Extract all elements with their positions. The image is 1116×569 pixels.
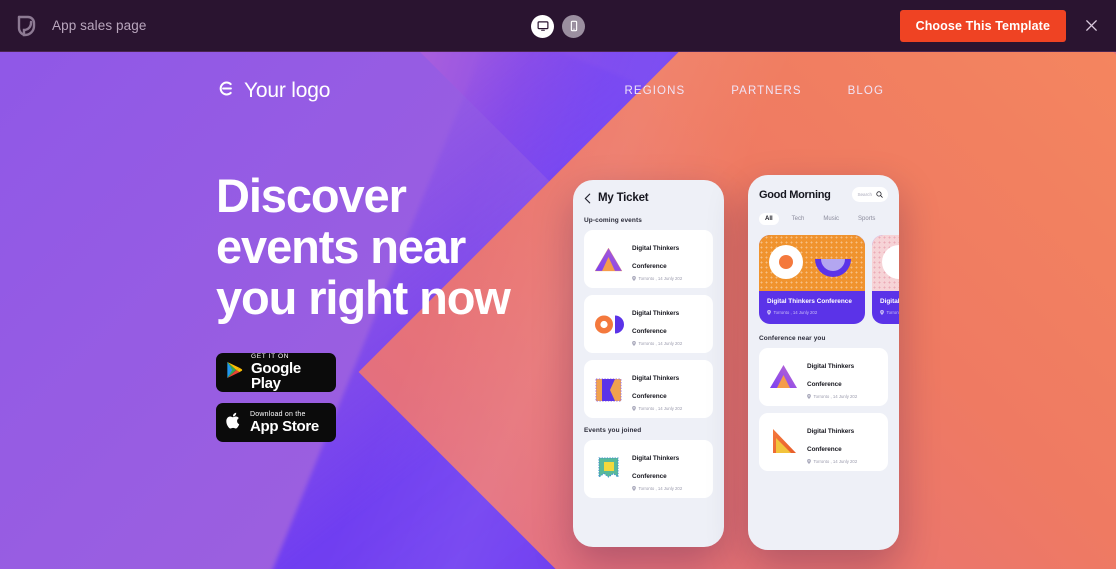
list-item[interactable]: Digital Thinkers Conference Torronto , 1… [584,360,713,418]
section-label-joined: Events you joined [584,427,642,434]
event-title: Digital Thinkers Conference [632,310,680,335]
list-item[interactable]: Digital Thinkers Conference Torronto , 1… [584,230,713,288]
event-meta: Torronto , 14 Junly 202 [632,276,705,281]
list-item[interactable]: Digital Thinkers Conference Torronto , 1… [584,440,713,498]
search-icon [876,190,883,199]
nav-item-partners[interactable]: PARTNERS [731,85,801,97]
featured-card[interactable]: Digital Thinkers Conference Torronto , 1… [872,235,899,324]
event-location-date: Torronto , 14 Junly 202 [813,393,858,399]
leaf-logo-icon[interactable] [0,0,52,52]
close-x-icon[interactable] [1080,15,1102,37]
search-placeholder: Search [857,192,872,197]
desktop-monitor-icon[interactable] [531,14,554,38]
location-pin-icon [632,341,636,346]
app-store-badge[interactable]: Download on the App Store [216,403,336,442]
editor-bar-actions: Choose This Template [899,9,1116,42]
location-pin-icon [632,406,636,411]
brand-label: Your logo [244,79,331,102]
featured-meta: Torronto , 14 Junly 202 [767,309,857,315]
tab-music[interactable]: Music [817,213,845,225]
location-pin-icon [767,309,771,315]
nav-item-regions[interactable]: REGIONS [625,85,686,97]
featured-card[interactable]: Digital Thinkers Conference Torronto , 1… [759,235,865,324]
section-label-upcoming: Up-coming events [584,217,642,224]
google-play-badge-label: Google Play [251,360,301,393]
phone-mockups: My Ticket Up-coming events Digital Think… [0,52,1116,569]
featured-location-date: Torronto , 14 Junly 202 [773,309,818,315]
event-meta: Torronto , 14 Junly 202 [632,406,705,411]
event-meta: Torronto , 14 Junly 202 [807,393,880,399]
event-title: Digital Thinkers Conference [632,455,680,480]
featured-carousel[interactable]: Digital Thinkers Conference Torronto , 1… [759,235,899,324]
event-thumbnail-triangle-icon [767,360,800,393]
event-meta: Torronto , 14 Junly 202 [807,458,880,464]
google-play-icon [226,361,243,384]
category-tabs: All Tech Music Sports [759,213,888,225]
event-location-date: Torronto , 14 Junly 202 [638,406,683,411]
event-meta: Torronto , 14 Junly 202 [632,486,705,491]
tab-all[interactable]: All [759,213,779,225]
featured-artwork-orange [759,235,865,291]
featured-location-date: Torronto , 14 Junly 202 [886,309,900,315]
google-play-badge-small: GET IT ON [251,352,290,360]
nav-item-blog[interactable]: BLOG [848,85,884,97]
featured-title: Digital Thinkers Conference [767,298,852,305]
event-meta: Torronto , 14 Junly 202 [632,341,705,346]
event-location-date: Torronto , 14 Junly 202 [638,341,683,346]
event-thumbnail-right-triangle-icon [767,425,800,458]
event-thumbnail-donut-icon [592,308,625,341]
event-thumbnail-flag-square-icon [592,373,625,406]
hero-section: Discover events near you right now GET I… [216,170,556,442]
app-store-badge-small: Download on the [250,411,306,418]
location-pin-icon [632,276,636,281]
location-pin-icon [807,458,811,464]
mobile-phone-icon[interactable] [562,14,585,38]
event-thumbnail-triangle-icon [592,243,625,276]
featured-meta: Torronto , 14 Junly 202 [880,309,900,315]
hero-headline: Discover events near you right now [216,169,511,324]
event-title: Digital Thinkers Conference [632,245,680,270]
featured-artwork-pink [872,235,899,291]
phone-mockup-home: Good Morning Search All Tech Music Sport… [748,175,899,550]
event-location-date: Torronto , 14 Junly 202 [638,276,683,281]
phone-mockup-my-ticket: My Ticket Up-coming events Digital Think… [573,180,724,547]
tab-sports[interactable]: Sports [852,213,881,225]
template-preview-canvas: Your logo REGIONS PARTNERS BLOG Discover… [0,52,1116,569]
list-item[interactable]: Digital Thinkers Conference Torronto , 1… [759,347,888,406]
list-item[interactable]: Digital Thinkers Conference Torronto , 1… [584,295,713,353]
search-input[interactable]: Search [852,187,888,202]
event-title: Digital Thinkers Conference [807,427,855,453]
event-thumbnail-banner-icon [592,453,625,486]
list-item[interactable]: Digital Thinkers Conference Torronto , 1… [759,412,888,471]
app-store-badge-label: App Store [250,418,319,435]
phone-left-header: My Ticket [584,192,713,204]
nav-links: REGIONS PARTNERS BLOG [625,85,900,97]
tab-tech[interactable]: Tech [786,213,811,225]
featured-title: Digital Thinkers Conference [880,298,899,305]
google-play-badge[interactable]: GET IT ON Google Play [216,353,336,392]
event-title: Digital Thinkers Conference [807,362,855,388]
apple-icon [226,411,242,435]
phone-left-title: My Ticket [598,192,649,204]
choose-template-button[interactable]: Choose This Template [899,9,1066,42]
chevron-left-icon[interactable] [584,193,591,204]
event-location-date: Torronto , 14 Junly 202 [813,458,858,464]
page-title: App sales page [52,18,147,33]
store-badges: GET IT ON Google Play Download on the Ap… [216,353,556,442]
event-location-date: Torronto , 14 Junly 202 [638,486,683,491]
location-pin-icon [807,393,811,399]
event-title: Digital Thinkers Conference [632,375,680,400]
location-pin-icon [632,486,636,491]
greeting-title: Good Morning [759,188,831,201]
phone-right-header: Good Morning Search [759,187,888,202]
brand-logo[interactable]: Your logo [216,79,330,103]
c-mark-logo-icon [216,79,235,103]
site-navigation: Your logo REGIONS PARTNERS BLOG [0,67,1116,115]
location-pin-icon [880,309,884,315]
editor-top-bar: App sales page Choose This Template [0,0,1116,52]
section-label-near-you: Conference near you [759,334,826,342]
